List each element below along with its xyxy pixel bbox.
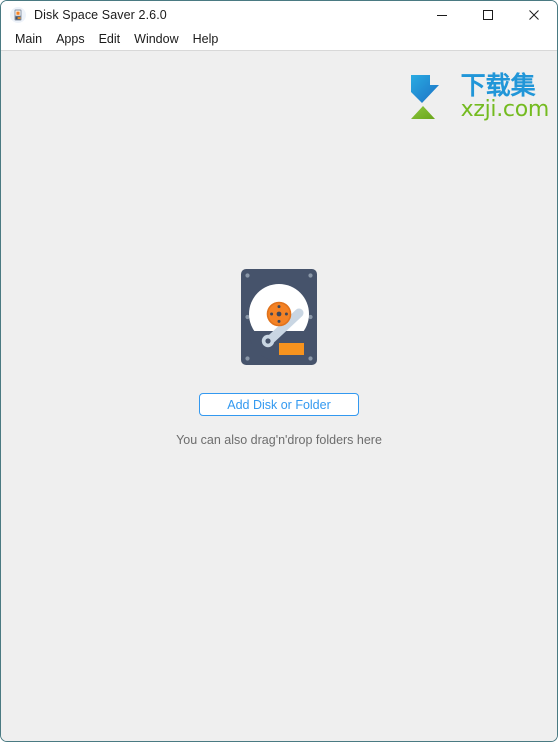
menu-item-apps[interactable]: Apps bbox=[49, 29, 92, 50]
window-title: Disk Space Saver 2.6.0 bbox=[34, 8, 167, 22]
menu-item-edit[interactable]: Edit bbox=[92, 29, 128, 50]
menu-item-help[interactable]: Help bbox=[186, 29, 226, 50]
maximize-button[interactable] bbox=[465, 1, 511, 29]
watermark-cn-text: 下载集 bbox=[460, 71, 536, 100]
close-icon bbox=[529, 10, 539, 20]
close-button[interactable] bbox=[511, 1, 557, 29]
app-icon bbox=[10, 7, 26, 23]
watermark: 下载集 xzji.com bbox=[409, 73, 549, 121]
empty-state: Add Disk or Folder You can also drag'n'd… bbox=[1, 269, 557, 447]
menu-item-main[interactable]: Main bbox=[8, 29, 49, 50]
xzji-logo-icon bbox=[410, 75, 439, 119]
drag-drop-hint: You can also drag'n'drop folders here bbox=[176, 433, 382, 447]
client-area: 下载集 xzji.com Add Disk or Folder You can … bbox=[1, 51, 557, 741]
menu-item-window[interactable]: Window bbox=[127, 29, 185, 50]
watermark-domain-text: xzji.com bbox=[460, 97, 550, 122]
minimize-button[interactable] bbox=[419, 1, 465, 29]
menu-bar: Main Apps Edit Window Help bbox=[1, 29, 557, 50]
watermark-text: 下载集 xzji.com bbox=[460, 71, 550, 122]
minimize-icon bbox=[437, 15, 447, 16]
title-bar: Disk Space Saver 2.6.0 bbox=[1, 1, 557, 29]
add-disk-or-folder-button[interactable]: Add Disk or Folder bbox=[199, 393, 359, 416]
application-window: Disk Space Saver 2.6.0 Main Apps Edit Wi… bbox=[0, 0, 558, 742]
hard-disk-illustration bbox=[241, 269, 317, 365]
maximize-icon bbox=[483, 10, 493, 20]
